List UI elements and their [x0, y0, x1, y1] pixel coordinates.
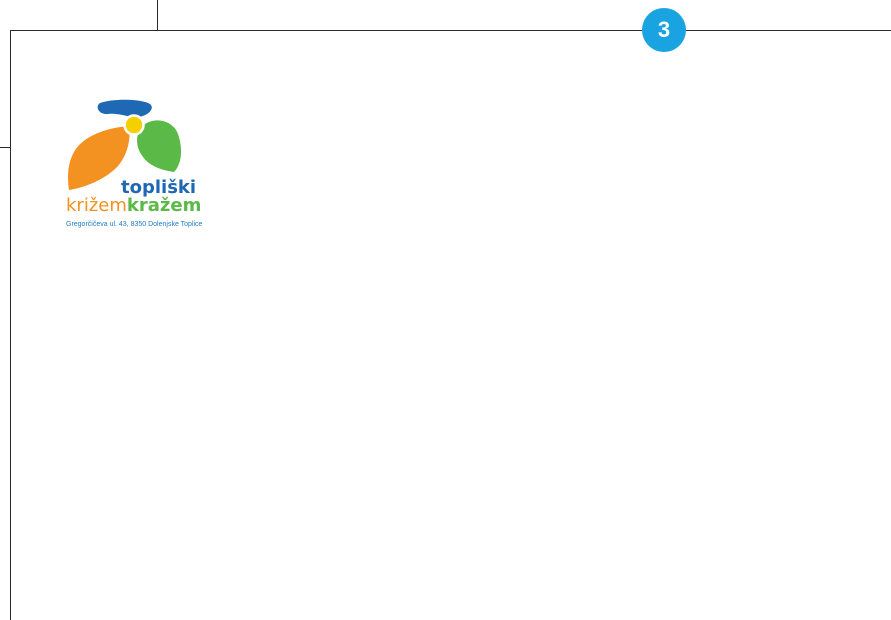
crop-mark-left	[0, 147, 10, 148]
trim-line-top	[10, 30, 891, 31]
brand-word-krizem: križem	[66, 195, 127, 216]
logo-text: topliški križemkražem Gregorčičeva ul. 4…	[64, 96, 254, 236]
crop-mark-top	[157, 0, 158, 30]
trim-line-left	[10, 30, 11, 620]
brand-word-krazem: kražem	[126, 195, 202, 216]
page-number-badge: 3	[642, 8, 686, 52]
address-text: Gregorčičeva ul. 43, 8350 Dolenjske Topl…	[66, 221, 203, 228]
brand-logo: topliški križemkražem Gregorčičeva ul. 4…	[64, 96, 254, 236]
brand-name-line2: križemkražem	[66, 197, 201, 215]
